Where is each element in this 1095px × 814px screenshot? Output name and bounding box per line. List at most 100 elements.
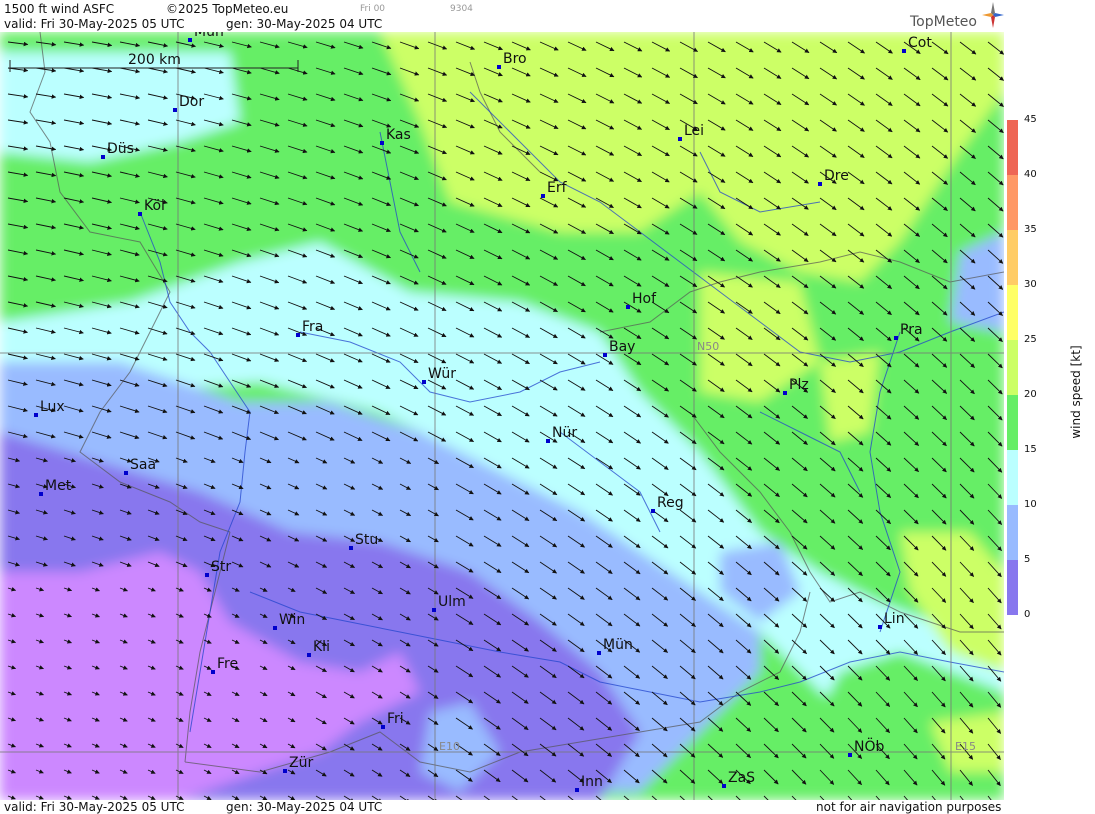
city-label: Fra	[302, 319, 323, 335]
city-label: Zür	[289, 755, 313, 771]
lat-label-n50: N50	[697, 340, 719, 353]
wind-map-canvas: 200 km N50 E10 E15 Mün Bro Cot Dor Kas Lei Düs…	[0, 32, 1004, 800]
city-marker	[541, 194, 545, 198]
legend-swatch	[1007, 120, 1018, 175]
city-marker	[39, 492, 43, 496]
legend-swatch	[1007, 505, 1018, 560]
city-marker	[283, 769, 287, 773]
city-marker	[722, 784, 726, 788]
lon-label-e10: E10	[439, 740, 460, 753]
city-label: Lei	[684, 123, 704, 139]
city-marker	[597, 651, 601, 655]
city-marker	[678, 137, 682, 141]
city-marker	[575, 788, 579, 792]
legend-swatch	[1007, 560, 1018, 615]
city-label: Dor	[179, 94, 204, 110]
legend-tick-label: 20	[1024, 389, 1037, 400]
city-label: Köl	[144, 198, 165, 214]
city-marker	[273, 626, 277, 630]
lon-label-e15: E15	[955, 740, 976, 753]
legend-swatch	[1007, 395, 1018, 450]
legend-tick-label: 0	[1024, 609, 1031, 620]
footer-valid-time: valid: Fri 30-May-2025 05 UTC	[4, 800, 185, 814]
city-marker	[381, 725, 385, 729]
city-marker	[546, 439, 550, 443]
legend-swatch	[1007, 450, 1018, 505]
legend-colorbar: wind speed [kt]	[1007, 120, 1083, 615]
city-marker	[848, 753, 852, 757]
city-marker	[349, 546, 353, 550]
city-label: Ulm	[438, 594, 466, 610]
city-label: Stu	[355, 532, 378, 548]
footer-generation-time: gen: 30-May-2025 04 UTC	[226, 800, 383, 814]
legend-tick-label: 25	[1024, 334, 1037, 345]
city-marker	[211, 670, 215, 674]
city-marker	[34, 413, 38, 417]
city-label: Met	[45, 478, 72, 494]
city-label: Inn	[581, 774, 603, 790]
city-label: Fri	[387, 711, 404, 727]
legend-swatch	[1007, 175, 1018, 230]
city-label: Win	[279, 612, 305, 628]
city-marker	[307, 653, 311, 657]
city-marker	[101, 155, 105, 159]
city-label: NÖb	[854, 737, 884, 755]
city-marker	[432, 608, 436, 612]
legend-swatch	[1007, 230, 1018, 285]
wind-map[interactable]: 200 km N50 E10 E15 Mün Bro Cot Dor Kas Lei Düs…	[0, 32, 1004, 800]
valid-time: valid: Fri 30-May-2025 05 UTC	[4, 17, 185, 31]
legend-tick-label: 45	[1024, 114, 1037, 125]
city-label: Dre	[824, 168, 849, 184]
wind-speed-field	[0, 32, 1004, 800]
city-label: Wür	[428, 366, 456, 382]
city-marker	[626, 305, 630, 309]
city-label: Reg	[657, 495, 684, 511]
city-marker	[296, 333, 300, 337]
legend-swatch	[1007, 285, 1018, 340]
city-label: Lux	[40, 399, 65, 415]
city-label: Saa	[130, 457, 156, 473]
city-marker	[651, 509, 655, 513]
city-label: Erf	[547, 180, 568, 196]
disclaimer: not for air navigation purposes	[816, 800, 1002, 814]
city-label: Düs	[107, 141, 134, 157]
city-marker	[380, 141, 384, 145]
city-label: Lin	[884, 611, 905, 627]
city-label: Mün	[603, 637, 633, 653]
city-marker	[497, 65, 501, 69]
legend-tick-label: 35	[1024, 224, 1037, 235]
city-label: ZaS	[728, 770, 755, 786]
city-label: Nür	[552, 425, 577, 441]
city-marker	[902, 49, 906, 53]
city-marker	[173, 108, 177, 112]
map-header: 1500 ft wind ASFC ©2025 TopMeteo.eu Fri …	[0, 0, 1095, 32]
city-marker	[138, 212, 142, 216]
legend-tick-label: 10	[1024, 499, 1037, 510]
legend-tick-label: 15	[1024, 444, 1037, 455]
city-marker	[783, 391, 787, 395]
legend-tick-label: 40	[1024, 169, 1037, 180]
product-title: 1500 ft wind ASFC	[4, 2, 115, 16]
legend-swatch	[1007, 340, 1018, 395]
run-code: 9304	[450, 4, 473, 14]
city-label: Plz	[789, 377, 809, 393]
city-label: Pra	[900, 322, 923, 338]
topmeteo-logo[interactable]: TopMeteo	[910, 14, 977, 30]
city-marker	[205, 573, 209, 577]
city-label: Cot	[908, 35, 932, 51]
city-label: Hof	[632, 291, 657, 307]
compass-star-icon	[982, 2, 1004, 28]
run-label: Fri 00	[360, 4, 386, 14]
map-footer: valid: Fri 30-May-2025 05 UTC gen: 30-Ma…	[0, 800, 1095, 814]
generation-time: gen: 30-May-2025 04 UTC	[226, 17, 383, 31]
city-label: Kli	[313, 639, 330, 655]
city-marker	[422, 380, 426, 384]
city-label: Bro	[503, 51, 527, 67]
city-label: Fre	[217, 656, 238, 672]
city-label: Mün	[194, 32, 224, 40]
legend-title: wind speed [kt]	[1069, 345, 1083, 438]
wind-speed-legend: wind speed [kt] 45 40 35 30 25 20 15 10 5 0	[1004, 32, 1095, 800]
copyright-text: ©2025 TopMeteo.eu	[166, 2, 289, 16]
city-marker	[878, 625, 882, 629]
city-marker	[818, 182, 822, 186]
